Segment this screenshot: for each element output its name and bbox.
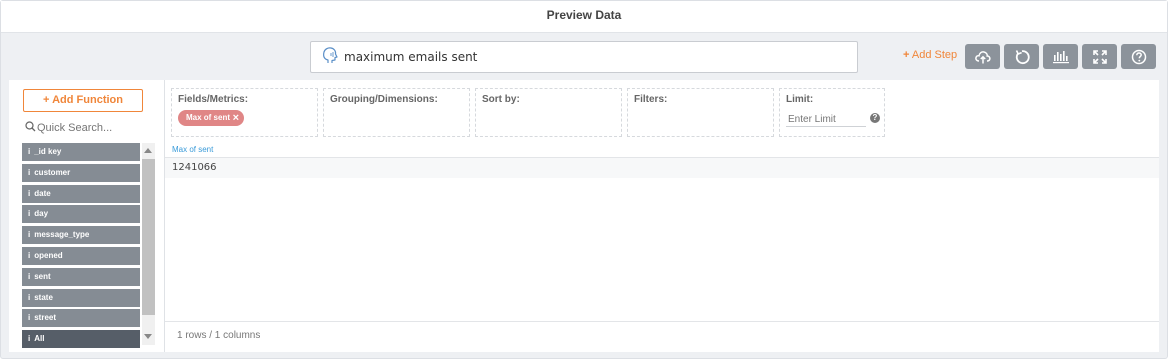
question-icon: [1131, 49, 1147, 65]
info-icon: i: [28, 230, 31, 240]
field-item-customer[interactable]: i customer: [22, 163, 140, 182]
metric-chip[interactable]: Max of sent ×: [178, 110, 245, 126]
help-icon[interactable]: ?: [870, 113, 880, 123]
metric-chip-label: Max of sent: [186, 113, 231, 122]
add-function-label: Add Function: [52, 94, 123, 106]
filters-zone[interactable]: Filters:: [627, 88, 774, 137]
help-button[interactable]: [1121, 44, 1156, 69]
quick-search-input[interactable]: [37, 120, 149, 136]
footer-divider: [165, 321, 1159, 322]
scroll-down-icon[interactable]: [144, 334, 152, 339]
column-header[interactable]: Max of sent: [172, 145, 213, 154]
field-list-scrollbar[interactable]: [142, 143, 155, 345]
bar-chart-icon: [1052, 49, 1070, 65]
query-box[interactable]: [310, 41, 858, 73]
limit-input[interactable]: [786, 112, 866, 127]
table-row: 1241066: [165, 158, 1159, 178]
scroll-up-icon[interactable]: [144, 148, 152, 153]
info-icon: i: [28, 209, 31, 219]
table-cell: 1241066: [172, 162, 217, 173]
plus-icon: +: [903, 49, 910, 61]
field-item-street[interactable]: i street: [22, 309, 140, 328]
add-function-button[interactable]: + Add Function: [23, 89, 143, 112]
preview-data-window: Preview Data + Add Step: [0, 0, 1168, 359]
grouping-dimensions-label: Grouping/Dimensions:: [330, 94, 438, 105]
fields-metrics-zone[interactable]: Fields/Metrics: Max of sent ×: [171, 88, 318, 137]
plus-icon: +: [43, 94, 50, 106]
field-item-label: customer: [34, 167, 71, 177]
add-step-button[interactable]: + Add Step: [903, 49, 957, 61]
field-item-opened[interactable]: i opened: [22, 246, 140, 265]
info-icon: i: [28, 188, 31, 198]
window-title: Preview Data: [1, 1, 1167, 33]
info-icon: i: [28, 271, 31, 281]
refresh-button[interactable]: [1004, 44, 1039, 69]
field-item-label: _id key: [34, 147, 62, 156]
scrollbar-thumb[interactable]: [142, 159, 155, 315]
sort-by-label: Sort by:: [482, 94, 520, 105]
filters-label: Filters:: [634, 94, 668, 105]
field-item-all[interactable]: i All: [22, 330, 140, 349]
field-item-day[interactable]: i day: [22, 205, 140, 224]
field-item-label: street: [34, 313, 57, 323]
field-item-label: date: [34, 188, 51, 198]
info-icon: i: [28, 334, 31, 344]
field-item-label: All: [34, 334, 45, 344]
info-icon: i: [28, 292, 31, 302]
info-icon: i: [28, 147, 31, 156]
field-item-label: message_type: [34, 230, 90, 240]
search-icon: [25, 121, 36, 135]
preview-panel: Fields/Metrics: Max of sent × Grouping/D…: [165, 80, 1159, 352]
field-item-state[interactable]: i state: [22, 288, 140, 307]
grouping-dimensions-zone[interactable]: Grouping/Dimensions:: [323, 88, 470, 137]
field-item-message-type[interactable]: i message_type: [22, 226, 140, 245]
refresh-icon: [1014, 49, 1030, 65]
limit-label: Limit:: [786, 94, 814, 105]
limit-zone: Limit: ?: [779, 88, 885, 137]
expand-button[interactable]: [1082, 44, 1117, 69]
chart-button[interactable]: [1043, 44, 1078, 69]
fields-metrics-label: Fields/Metrics:: [178, 94, 249, 105]
add-step-label: Add Step: [911, 49, 958, 61]
info-icon: i: [28, 167, 31, 177]
expand-icon: [1092, 49, 1108, 65]
field-item-date[interactable]: i date: [22, 184, 140, 203]
row-column-summary: 1 rows / 1 columns: [177, 330, 261, 341]
field-panel: + Add Function i_id key icustomer idate …: [9, 80, 165, 352]
field-item-label: sent: [34, 271, 51, 281]
field-list: i _id key i customer i date i day i message_t…: [22, 143, 140, 351]
info-icon: i: [28, 250, 31, 260]
voice-head-icon[interactable]: [318, 46, 340, 66]
sort-by-zone[interactable]: Sort by:: [475, 88, 622, 137]
field-item-sent[interactable]: i sent: [22, 267, 140, 286]
info-icon: i: [28, 313, 31, 323]
upload-cloud-button[interactable]: [965, 44, 1000, 69]
field-item-id-key[interactable]: i _id key: [22, 143, 140, 161]
cloud-upload-icon: [974, 49, 992, 65]
quick-search: [23, 120, 153, 136]
close-icon[interactable]: ×: [233, 110, 239, 126]
field-item-label: day: [34, 209, 49, 219]
field-item-label: opened: [34, 250, 63, 260]
query-input[interactable]: [344, 47, 844, 67]
field-item-label: state: [34, 292, 53, 302]
